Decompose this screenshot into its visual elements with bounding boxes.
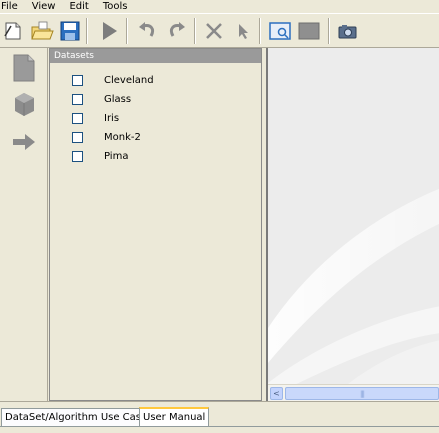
left-tool-column xyxy=(0,48,48,401)
scroll-left-button[interactable]: < xyxy=(270,387,283,400)
tab-user-manual[interactable]: User Manual xyxy=(139,407,210,427)
menu-file[interactable]: File xyxy=(1,1,18,12)
datasets-panel: Datasets Cleveland Glass Iris Monk-2 Pim… xyxy=(49,48,262,401)
list-item-glass[interactable]: Glass xyxy=(72,92,131,106)
canvas-horizontal-scrollbar[interactable]: < ||| xyxy=(268,384,439,401)
open-folder-icon xyxy=(31,21,54,40)
redo-button[interactable] xyxy=(165,19,189,43)
toolbar-separator xyxy=(259,18,261,44)
zoom-view-button[interactable] xyxy=(268,19,292,43)
menu-bar: File View Edit Tools xyxy=(0,0,439,13)
delete-x-icon xyxy=(206,23,222,39)
zoom-view-icon xyxy=(269,22,291,40)
dataset-checkbox[interactable] xyxy=(72,74,83,86)
dataset-checkbox[interactable] xyxy=(72,150,83,162)
undo-icon xyxy=(139,22,155,37)
algorithms-tool-button[interactable] xyxy=(10,90,38,118)
arrow-right-icon xyxy=(13,134,35,150)
datasets-panel-header: Datasets xyxy=(50,49,261,63)
document-icon xyxy=(13,54,35,82)
toolbar-separator xyxy=(126,18,128,44)
grey-rectangle-icon xyxy=(298,22,320,40)
list-item-cleveland[interactable]: Cleveland xyxy=(72,73,154,87)
list-item-monk-2[interactable]: Monk-2 xyxy=(72,130,141,144)
toolbar-separator xyxy=(328,18,330,44)
delete-button[interactable] xyxy=(202,19,226,43)
dataset-checkbox[interactable] xyxy=(72,131,83,143)
camera-snapshot-icon xyxy=(338,25,357,39)
dataset-checkbox[interactable] xyxy=(72,112,83,124)
save-disk-icon xyxy=(60,21,80,41)
new-file-icon xyxy=(4,22,21,40)
connect-tool-button[interactable] xyxy=(10,128,38,156)
dataset-label: Glass xyxy=(104,93,132,105)
save-button[interactable] xyxy=(58,19,82,43)
pointer-arrow-icon xyxy=(239,24,248,39)
toolbar-separator xyxy=(194,18,196,44)
menu-tools[interactable]: Tools xyxy=(103,1,128,12)
open-button[interactable] xyxy=(30,19,54,43)
tab-baseline xyxy=(0,426,439,427)
tab-dataset-algorithm-use-case[interactable]: DataSet/Algorithm Use Case xyxy=(1,408,152,427)
list-item-pima[interactable]: Pima xyxy=(72,149,128,163)
run-button[interactable] xyxy=(97,19,121,43)
toolbar xyxy=(0,13,439,48)
pointer-button[interactable] xyxy=(231,19,255,43)
redo-icon xyxy=(169,22,185,37)
snapshot-button[interactable] xyxy=(336,19,360,43)
scroll-thumb[interactable]: ||| xyxy=(285,387,439,400)
canvas-background-swoosh xyxy=(268,48,439,401)
dataset-label: Iris xyxy=(104,112,120,124)
datasets-tool-button[interactable] xyxy=(10,54,38,82)
undo-button[interactable] xyxy=(135,19,159,43)
menu-view[interactable]: View xyxy=(32,1,56,12)
bottom-tab-bar: DataSet/Algorithm Use Case User Manual xyxy=(0,407,439,427)
list-item-iris[interactable]: Iris xyxy=(72,111,119,125)
cube-icon xyxy=(15,93,34,116)
run-play-icon xyxy=(103,22,117,40)
grey-rectangle-button[interactable] xyxy=(297,19,321,43)
toolbar-separator xyxy=(86,18,88,44)
dataset-label: Pima xyxy=(104,150,129,162)
workflow-canvas[interactable] xyxy=(266,48,439,401)
menu-edit[interactable]: Edit xyxy=(69,1,88,12)
dataset-label: Cleveland xyxy=(104,74,154,86)
dataset-checkbox[interactable] xyxy=(72,93,83,105)
dataset-label: Monk-2 xyxy=(104,131,141,143)
new-file-button[interactable] xyxy=(1,19,25,43)
